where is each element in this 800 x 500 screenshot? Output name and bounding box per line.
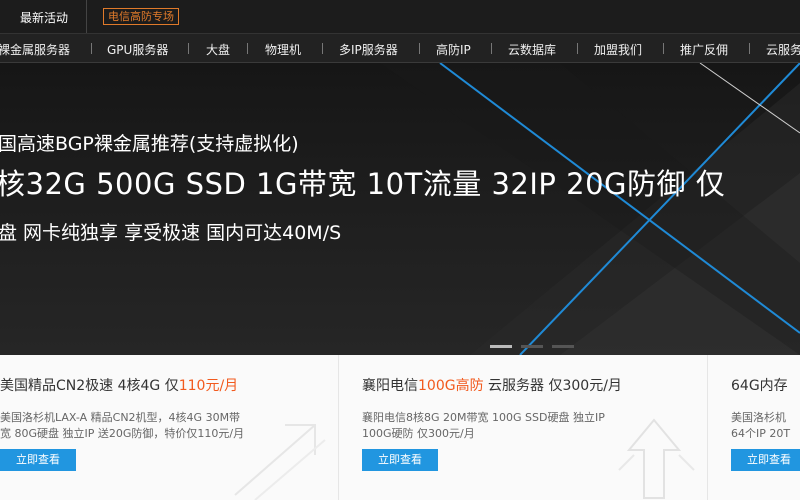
view-now-button[interactable]: 立即查看 [362,449,438,471]
nav-separator [247,43,248,54]
card-title: 美国精品CN2极速 4核4G 仅110元/月 [0,378,239,394]
card-title: 64G内存 [731,378,788,394]
nav-item-cloud-server[interactable]: 云服务器 [766,41,800,58]
view-now-button[interactable]: 立即查看 [731,449,800,471]
hero-subtext: 盘 网卡纯独享 享受极速 国内可达40M/S [0,222,342,244]
upload-arrow-decoration-icon [618,418,695,499]
product-cards: 美国精品CN2极速 4核4G 仅110元/月 美国洛杉机LAX-A 精品CN2机… [0,355,800,500]
product-card[interactable]: 美国精品CN2极速 4核4G 仅110元/月 美国洛杉机LAX-A 精品CN2机… [0,355,339,500]
promo-tag[interactable]: 电信高防专场 [103,8,179,25]
nav-item-multi-ip[interactable]: 多IP服务器 [339,41,398,58]
nav-separator [577,43,578,54]
card-description: 美国洛杉机 64个IP 20T [731,411,791,440]
nav-item-bare-metal[interactable]: 裸金属服务器 [0,41,70,58]
hero-background [380,63,800,355]
carousel-dot-3[interactable] [552,345,574,348]
nav-separator [419,43,420,54]
nav-separator [749,43,750,54]
hero-headline: 国高速BGP裸金属推荐(支持虚拟化) [0,133,299,155]
product-card[interactable]: 64G内存 美国洛杉机 64个IP 20T 立即查看 [708,355,800,500]
hero-banner[interactable]: 国高速BGP裸金属推荐(支持虚拟化) 核32G 500G SSD 1G带宽 10… [0,63,800,355]
carousel-dot-1[interactable] [490,345,512,348]
card-description: 美国洛杉机LAX-A 精品CN2机型，4核4G 30M带 宽 80G硬盘 独立I… [0,411,245,440]
nav-item-physical[interactable]: 物理机 [265,41,301,58]
card-title: 襄阳电信100G高防 云服务器 仅300元/月 [362,378,622,394]
nav-separator [322,43,323,54]
view-now-button[interactable]: 立即查看 [0,449,76,471]
main-nav: 裸金属服务器 GPU服务器 大盘 物理机 多IP服务器 高防IP 云数据库 加盟… [0,34,800,63]
nav-separator [188,43,189,54]
product-card[interactable]: 襄阳电信100G高防 云服务器 仅300元/月 襄阳电信8核8G 20M带宽 1… [339,355,708,500]
nav-separator [663,43,664,54]
nav-item-join[interactable]: 加盟我们 [594,41,642,58]
nav-separator [91,43,92,54]
card-description: 襄阳电信8核8G 20M带宽 100G SSD硬盘 独立IP 100G硬防 仅3… [362,411,605,440]
nav-item-cloud-db[interactable]: 云数据库 [508,41,556,58]
carousel-indicators [490,333,583,352]
hero-specs: 核32G 500G SSD 1G带宽 10T流量 32IP 20G防御 仅 [0,167,726,201]
topbar-divider [86,0,87,33]
nav-separator [491,43,492,54]
carousel-dot-2[interactable] [521,345,543,348]
nav-item-gpu[interactable]: GPU服务器 [107,41,168,58]
nav-item-ddos-ip[interactable]: 高防IP [436,41,471,58]
nav-item-big-disk[interactable]: 大盘 [206,41,230,58]
latest-activity-link[interactable]: 最新活动 [20,9,68,26]
top-bar: 最新活动 电信高防专场 [0,0,800,34]
nav-item-affiliate[interactable]: 推广反佣 [680,41,728,58]
